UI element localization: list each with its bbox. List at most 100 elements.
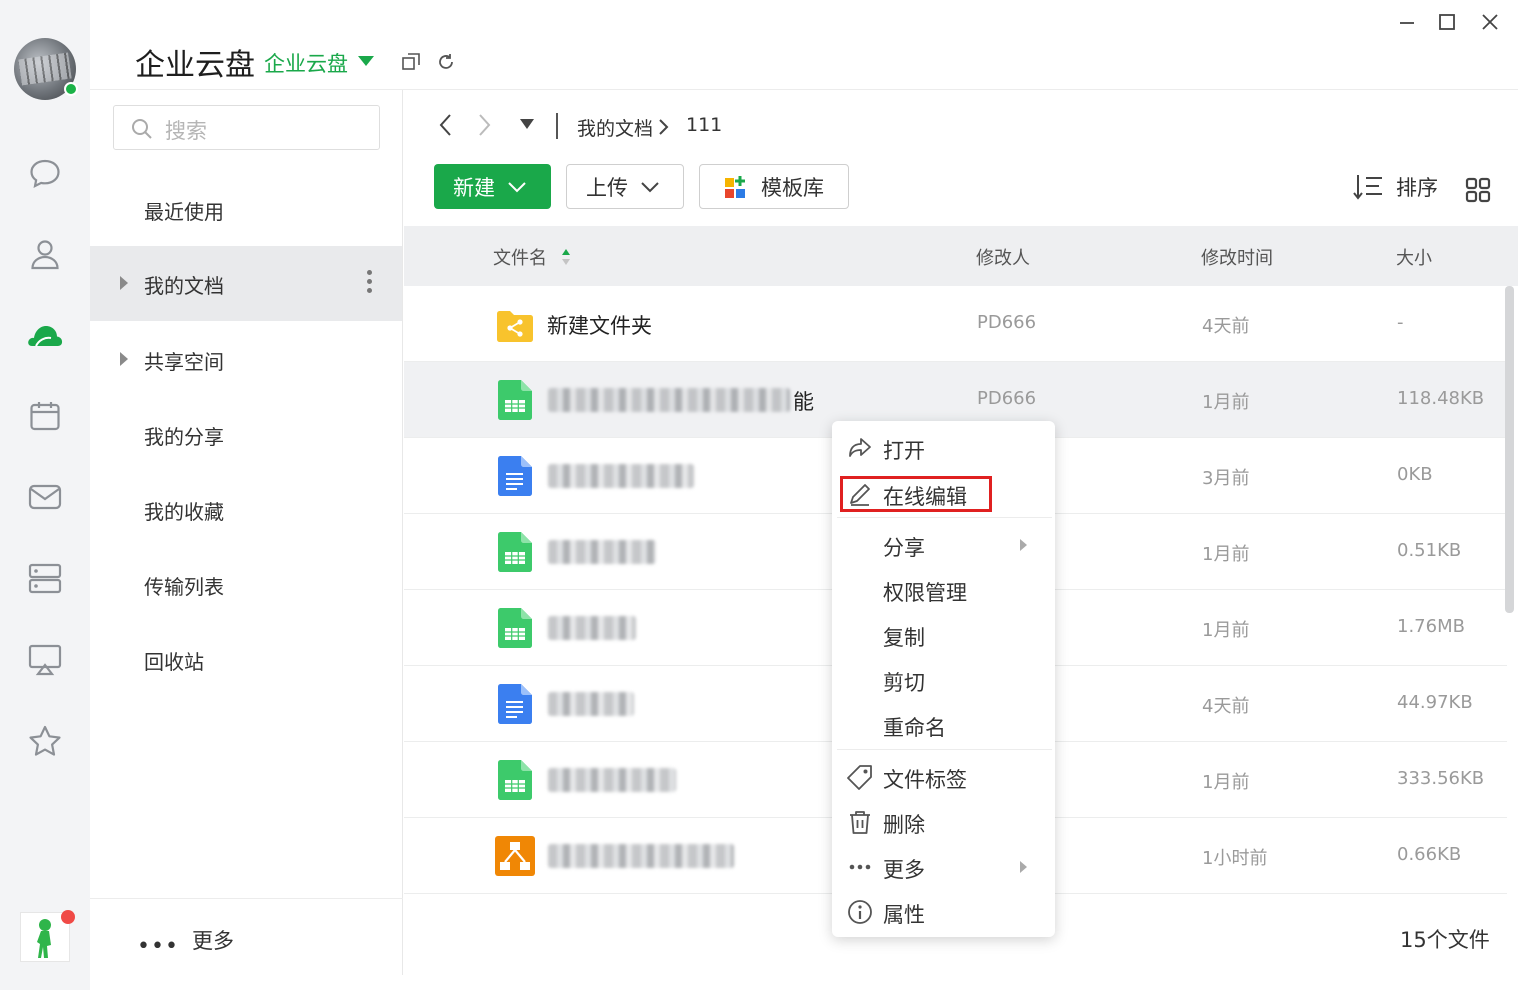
upload-button[interactable]: 上传 [566,164,684,209]
sidebar-item-my-shares[interactable]: 我的分享 [90,397,402,472]
redacted-file-name [548,844,734,868]
new-button[interactable]: 新建 [434,164,551,209]
menu-item-properties[interactable]: 属性 [832,889,1055,933]
star-icon[interactable] [24,720,66,762]
table-row[interactable]: 新建文件夹 PD666 4天前 - [404,286,1507,362]
sidebar-item-shared-space[interactable]: 共享空间 [90,322,402,397]
kebab-menu-icon[interactable] [364,270,374,298]
new-button-label: 新建 [453,175,495,200]
more-dots-icon[interactable]: ••• [137,934,179,959]
menu-item-delete[interactable]: 删除 [832,799,1055,843]
storage-icon[interactable] [24,557,66,599]
drawio-icon [495,836,535,876]
file-size: 118.48KB [1397,388,1485,409]
column-header-modifier[interactable]: 修改人 [976,244,1030,270]
file-size: 333.56KB [1397,768,1485,789]
grid-view-icon[interactable] [1464,176,1492,204]
file-size: 0KB [1397,464,1433,485]
menu-item-share[interactable]: 分享 [832,522,1055,566]
file-size: 0.51KB [1397,540,1462,561]
contacts-icon[interactable] [24,233,66,275]
sidebar-item-recycle-bin[interactable]: 回收站 [90,622,402,697]
refresh-icon[interactable] [436,52,456,72]
sidebar-item-label: 共享空间 [144,350,224,374]
file-name: 能 [793,390,814,414]
menu-item-label: 权限管理 [883,581,967,605]
menu-item-label: 分享 [883,536,925,560]
notification-badge [61,910,75,924]
breadcrumb-separator [556,113,558,139]
menu-item-label: 属性 [883,903,925,927]
scrollbar[interactable] [1505,286,1514,613]
document-icon [498,684,532,724]
sidebar-item-transfers[interactable]: 传输列表 [90,547,402,622]
menu-item-open[interactable]: 打开 [832,425,1055,469]
sidebar-item-label: 我的文档 [144,274,224,298]
submenu-arrow-icon [1020,861,1027,873]
sidebar-divider [90,898,403,899]
popout-icon[interactable] [401,52,421,72]
template-button-label: 模板库 [761,175,824,200]
redacted-file-name [548,692,634,716]
history-dropdown-icon[interactable] [519,118,535,130]
upload-button-label: 上传 [586,175,628,200]
menu-item-rename[interactable]: 重命名 [832,702,1055,746]
sidebar-item-my-docs[interactable]: 我的文档 [90,246,402,321]
menu-item-label: 重命名 [883,716,946,740]
menu-item-copy[interactable]: 复制 [832,612,1055,656]
file-modified-time: 1小时前 [1202,848,1268,869]
file-count: 15个文件 [1400,928,1490,952]
search-icon [130,117,154,141]
sidebar-item-recent[interactable]: 最近使用 [90,172,402,247]
forward-icon[interactable] [475,112,493,138]
redacted-file-name [548,768,676,792]
file-size: 44.97KB [1397,692,1473,713]
sort-asc-icon[interactable] [561,248,571,266]
sort-button[interactable]: 排序 [1352,172,1438,202]
screen-share-icon[interactable] [24,638,66,680]
trash-icon [850,811,870,834]
file-modified-time: 3月前 [1202,468,1250,489]
redacted-file-name [548,540,656,564]
chevron-right-icon [657,118,669,136]
dropdown-caret-icon[interactable] [357,55,375,67]
submenu-arrow-icon [1020,539,1027,551]
workspace-selector[interactable]: 企业云盘 [264,48,348,78]
menu-item-label: 删除 [883,813,925,837]
redacted-file-name [548,616,636,640]
sidebar-item-label: 最近使用 [144,200,224,224]
table-header: 文件名 修改人 修改时间 大小 [404,226,1518,286]
shared-folder-icon [497,311,533,342]
mail-icon[interactable] [24,476,66,518]
workspace-label: 企业云盘 [264,52,348,76]
chevron-down-icon [641,181,659,192]
column-header-name[interactable]: 文件名 [493,244,547,270]
expand-caret-icon[interactable] [120,352,128,366]
breadcrumb-root[interactable]: 我的文档 [577,114,653,141]
file-name: 新建文件夹 [547,314,652,338]
menu-item-more[interactable]: 更多 [832,844,1055,888]
sidebar-item-label: 回收站 [144,650,204,674]
menu-item-file-tags[interactable]: 文件标签 [832,754,1055,798]
column-header-size[interactable]: 大小 [1396,244,1432,270]
info-icon [848,900,872,924]
sidebar-item-favorites[interactable]: 我的收藏 [90,472,402,547]
spreadsheet-icon [498,760,532,800]
cloud-drive-icon[interactable] [24,314,66,356]
template-library-button[interactable]: 模板库 [699,164,849,209]
file-modified-time: 1月前 [1202,544,1250,565]
sidebar-more-button[interactable]: 更多 [192,925,234,955]
chat-icon[interactable] [24,152,66,194]
highlight-box [840,476,992,512]
search-placeholder: 搜索 [165,119,207,143]
more-dots-icon [849,864,871,870]
menu-item-permissions[interactable]: 权限管理 [832,567,1055,611]
file-size: 1.76MB [1397,616,1465,637]
back-icon[interactable] [437,112,455,138]
menu-item-cut[interactable]: 剪切 [832,657,1055,701]
template-icon [725,175,745,198]
column-header-modified[interactable]: 修改时间 [1201,244,1273,270]
expand-caret-icon[interactable] [120,276,128,290]
calendar-icon[interactable] [24,395,66,437]
tag-icon [847,765,872,790]
